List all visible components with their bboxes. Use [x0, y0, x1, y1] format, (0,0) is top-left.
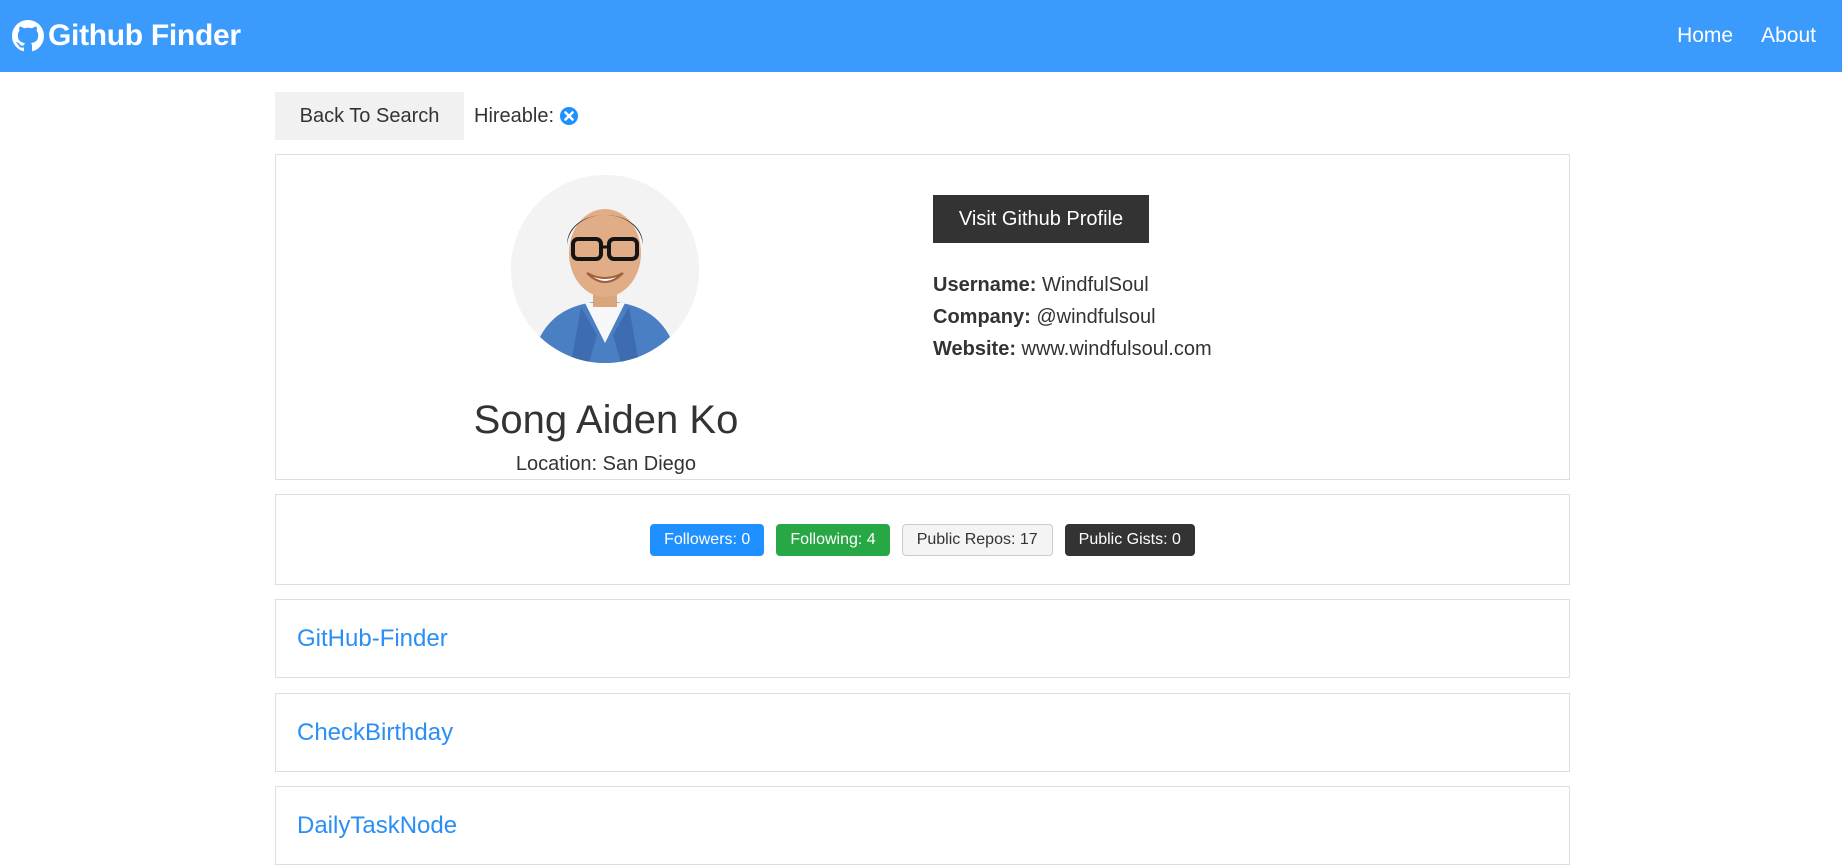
profile-details: Username: WindfulSoul Company: @windfuls… — [933, 269, 1212, 365]
detail-company: Company: @windfulsoul — [933, 301, 1212, 333]
stats-card: Followers: 0 Following: 4 Public Repos: … — [275, 494, 1570, 585]
back-to-search-button[interactable]: Back To Search — [275, 92, 464, 140]
nav-links: Home About — [1677, 24, 1816, 48]
brand-title: Github Finder — [48, 19, 241, 52]
repo-item: GitHub-Finder — [275, 599, 1570, 678]
profile-location: Location: San Diego — [515, 453, 697, 475]
profile-name: Song Aiden Ko — [473, 397, 739, 442]
hireable-status: Hireable: — [474, 105, 579, 128]
detail-username: Username: WindfulSoul — [933, 269, 1212, 301]
detail-company-label: Company: — [933, 306, 1031, 328]
nav-home-link[interactable]: Home — [1677, 24, 1733, 48]
detail-username-label: Username: — [933, 274, 1037, 296]
repo-item: CheckBirthday — [275, 693, 1570, 772]
repo-link-checkbirthday[interactable]: CheckBirthday — [297, 719, 453, 747]
avatar — [511, 175, 699, 363]
hireable-label: Hireable: — [474, 104, 555, 127]
visit-github-profile-button[interactable]: Visit Github Profile — [933, 195, 1149, 243]
times-circle-icon — [559, 106, 579, 126]
detail-website-label: Website: — [933, 338, 1016, 360]
repo-link-dailytasknode[interactable]: DailyTaskNode — [297, 812, 457, 840]
detail-company-value: @windfulsoul — [1036, 306, 1156, 328]
detail-website-value: www.windfulsoul.com — [1021, 338, 1212, 360]
repo-item: DailyTaskNode — [275, 786, 1570, 865]
detail-username-value: WindfulSoul — [1041, 274, 1149, 296]
detail-website: Website: www.windfulsoul.com — [933, 333, 1212, 365]
github-icon — [12, 20, 44, 52]
following-badge: Following: 4 — [776, 523, 890, 556]
nav-about-link[interactable]: About — [1761, 24, 1816, 48]
public-gists-badge: Public Gists: 0 — [1064, 523, 1195, 556]
repo-link-github-finder[interactable]: GitHub-Finder — [297, 625, 448, 653]
brand[interactable]: Github Finder — [12, 19, 241, 53]
profile-card: Song Aiden Ko Location: San Diego Visit … — [275, 154, 1570, 480]
top-actions: Back To Search Hireable: — [275, 92, 579, 140]
navbar: Github Finder Home About — [0, 0, 1842, 72]
followers-badge: Followers: 0 — [650, 523, 765, 556]
public-repos-badge: Public Repos: 17 — [901, 523, 1053, 556]
